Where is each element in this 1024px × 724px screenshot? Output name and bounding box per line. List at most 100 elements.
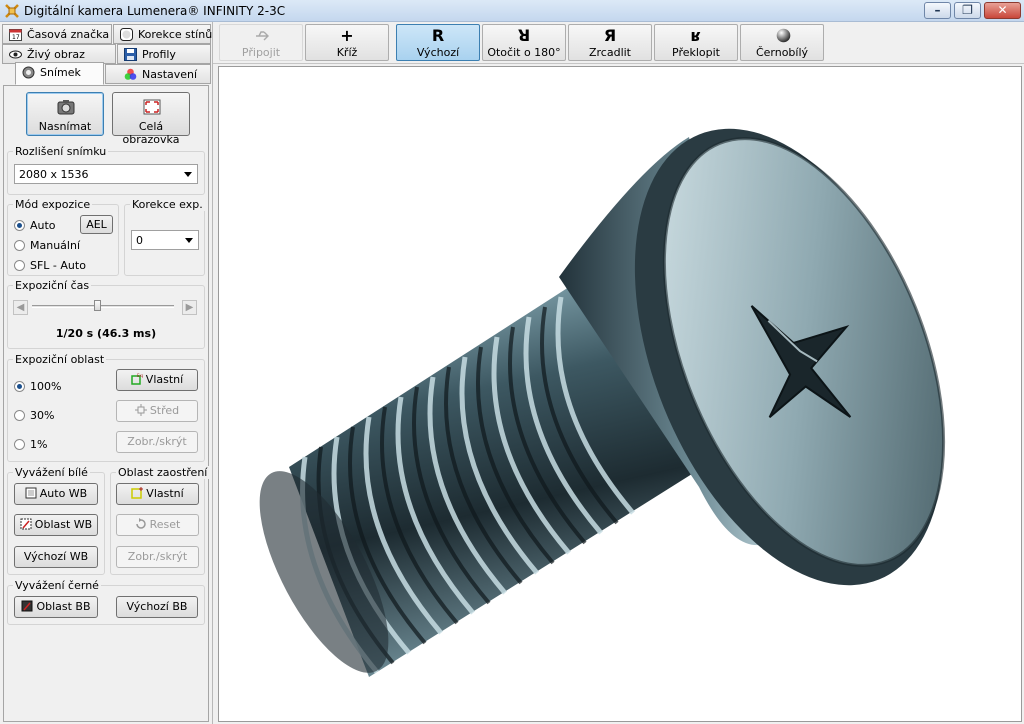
exposure-slider-track[interactable] xyxy=(32,305,174,308)
minimize-icon: – xyxy=(934,3,941,17)
area-wb-icon xyxy=(20,518,32,530)
exposure-area-center-button[interactable]: Střed xyxy=(116,400,198,422)
tab-shading-correction-label: Korekce stínů xyxy=(138,28,213,41)
default-wb-button[interactable]: Výchozí WB xyxy=(14,546,98,568)
fullscreen-icon xyxy=(143,99,161,115)
radio-dot xyxy=(14,381,25,392)
exposure-mode-group: Mód expozice Auto Manuální SFL - Auto AE… xyxy=(7,198,119,276)
left-panel: 17 Časová značka Korekce stínů Živý obra… xyxy=(0,22,213,724)
radio-dot xyxy=(14,439,25,450)
reset-icon xyxy=(135,518,146,529)
focus-area-reset-label: Reset xyxy=(149,518,181,531)
exposure-correction-title: Korekce exp. xyxy=(130,198,205,211)
exposure-correction-group: Korekce exp. 0 xyxy=(124,198,205,276)
tab-profiles[interactable]: Profily xyxy=(117,44,211,64)
exposure-area-custom-label: Vlastní xyxy=(145,373,184,386)
camera-viewport[interactable] xyxy=(218,66,1022,722)
auto-wb-button[interactable]: Auto WB xyxy=(14,483,98,505)
tab-shading-correction[interactable]: Korekce stínů xyxy=(113,24,213,44)
svg-text:Exp: Exp xyxy=(137,373,143,378)
exposure-time-group: Expoziční čas ◀ ▶ 1/20 s (46.3 ms) xyxy=(7,279,205,349)
tab-settings-label: Nastavení xyxy=(142,68,198,81)
maximize-button[interactable]: ❐ xyxy=(954,2,981,19)
exposure-slider-thumb[interactable] xyxy=(94,300,102,311)
minimize-button[interactable]: – xyxy=(924,2,951,19)
focus-area-group: Oblast zaostření Vlastní Reset Zobr./skr… xyxy=(110,466,210,575)
exposure-area-showhide-button[interactable]: Zobr./skrýt xyxy=(116,431,198,453)
ael-label: AEL xyxy=(86,218,107,231)
area-bb-label: Oblast BB xyxy=(36,600,91,613)
area-bb-icon xyxy=(21,600,33,612)
focus-area-reset-button[interactable]: Reset xyxy=(116,514,199,536)
resolution-title: Rozlišení snímku xyxy=(13,145,109,158)
default-bb-label: Výchozí BB xyxy=(126,600,188,613)
camera-capture-icon xyxy=(57,100,75,115)
slider-left-arrow[interactable]: ◀ xyxy=(13,300,28,315)
default-bb-button[interactable]: Výchozí BB xyxy=(116,596,198,618)
center-area-icon xyxy=(134,404,147,416)
chevron-down-icon xyxy=(185,238,193,243)
tab-timestamp[interactable]: 17 Časová značka xyxy=(2,24,112,44)
radio-dot xyxy=(14,260,25,271)
white-balance-group: Vyvážení bílé Auto WB Oblast WB Výchozí … xyxy=(7,466,105,575)
focus-area-showhide-button[interactable]: Zobr./skrýt xyxy=(116,546,199,568)
svg-text:17: 17 xyxy=(12,34,20,41)
focus-area-custom-button[interactable]: Vlastní xyxy=(116,483,199,505)
exposure-mode-title: Mód expozice xyxy=(13,198,93,211)
default-orientation-icon: R xyxy=(431,26,445,45)
area-wb-button[interactable]: Oblast WB xyxy=(14,514,98,536)
resolution-select[interactable]: 2080 x 1536 xyxy=(14,164,198,184)
rgb-circles-icon xyxy=(124,68,137,80)
restore-icon: ❐ xyxy=(962,3,973,17)
exposure-mode-auto-label: Auto xyxy=(30,219,56,232)
close-icon: ✕ xyxy=(997,3,1008,17)
focus-area-showhide-label: Zobr./skrýt xyxy=(127,550,188,563)
eye-icon xyxy=(9,50,22,59)
mirror-icon: Я xyxy=(603,26,617,45)
grayscale-button[interactable]: Černobílý xyxy=(740,24,824,61)
usb-icon xyxy=(256,31,269,41)
connect-button[interactable]: Připojit xyxy=(219,24,303,61)
mirror-button[interactable]: Я Zrcadlit xyxy=(568,24,652,61)
app-icon xyxy=(5,4,19,18)
custom-area-icon: Exp xyxy=(131,373,143,385)
exposure-area-center-label: Střed xyxy=(149,404,180,417)
tab-live-view[interactable]: Živý obraz xyxy=(2,44,116,64)
calendar-icon: 17 xyxy=(9,29,22,41)
image-toolbar: Připojit + Kříž R Výchozí ꓤ Otočit o 180… xyxy=(213,22,1024,64)
chevron-down-icon xyxy=(184,172,192,177)
focus-area-icon xyxy=(131,487,144,499)
screw-image xyxy=(259,128,946,677)
exposure-mode-manual-label: Manuální xyxy=(30,239,80,252)
fullscreen-button[interactable]: Celá obrazovka xyxy=(112,92,190,146)
exposure-correction-select[interactable]: 0 xyxy=(131,230,199,250)
exposure-area-title: Expoziční oblast xyxy=(13,353,107,366)
tab-live-view-label: Živý obraz xyxy=(27,48,85,61)
resolution-value: 2080 x 1536 xyxy=(19,168,89,181)
radio-dot xyxy=(14,410,25,421)
tab-snapshot[interactable]: Snímek xyxy=(15,62,104,85)
title-bar: Digitální kamera Lumenera® INFINITY 2-3C… xyxy=(0,0,1024,22)
default-wb-label: Výchozí WB xyxy=(23,550,89,563)
auto-wb-label: Auto WB xyxy=(39,487,88,500)
radio-dot xyxy=(14,240,25,251)
crosshair-button[interactable]: + Kříž xyxy=(305,24,389,61)
mirror-label: Zrcadlit xyxy=(588,46,631,59)
crosshair-label: Kříž xyxy=(336,46,358,59)
tab-timestamp-label: Časová značka xyxy=(27,28,110,41)
exposure-area-100-label: 100% xyxy=(30,380,62,393)
exposure-area-30-label: 30% xyxy=(30,409,55,422)
flip-icon: ʁ xyxy=(690,26,702,45)
area-wb-label: Oblast WB xyxy=(34,518,93,531)
close-button[interactable]: ✕ xyxy=(984,2,1021,19)
slider-right-arrow[interactable]: ▶ xyxy=(182,300,197,315)
exposure-area-custom-button[interactable]: ExpVlastní xyxy=(116,369,198,391)
area-bb-button[interactable]: Oblast BB xyxy=(14,596,98,618)
tab-settings[interactable]: Nastavení xyxy=(105,64,211,84)
capture-button[interactable]: Nasnímat xyxy=(26,92,104,136)
default-orientation-button[interactable]: R Výchozí xyxy=(396,24,480,61)
rotate-180-button[interactable]: ꓤ Otočit o 180° xyxy=(482,24,566,61)
focus-area-custom-label: Vlastní xyxy=(146,487,184,500)
ael-button[interactable]: AEL xyxy=(80,215,113,234)
flip-button[interactable]: ʁ Překlopit xyxy=(654,24,738,61)
